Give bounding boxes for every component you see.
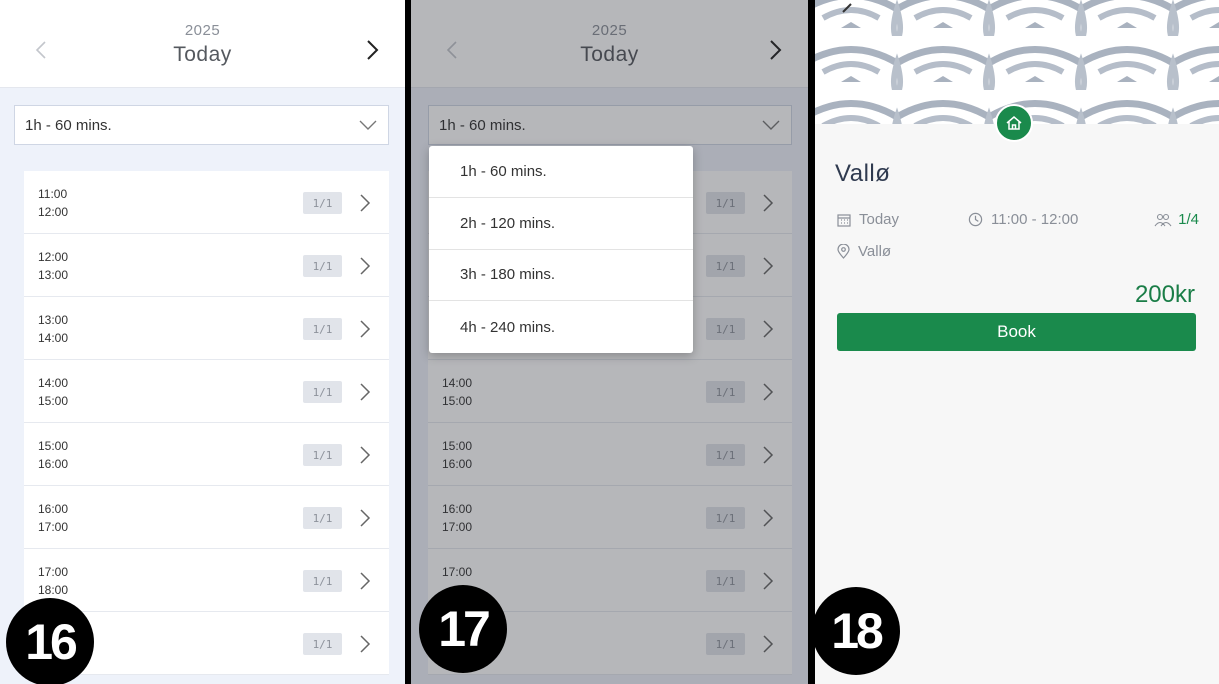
people-icon — [1154, 213, 1172, 226]
slot-start: 14:00 — [38, 376, 69, 390]
slot-start: 13:00 — [38, 313, 69, 327]
header-year: 2025 — [184, 22, 221, 39]
duration-dropdown-menu: 1h - 60 mins. 2h - 120 mins. 3h - 180 mi… — [429, 146, 693, 353]
booking-location-text: Vallø — [858, 243, 892, 260]
slot-end: 17:00 — [38, 520, 69, 534]
slot-start: 11:00 — [38, 187, 68, 201]
chevron-right-icon — [367, 40, 379, 60]
panel-divider — [808, 0, 815, 684]
duration-option[interactable]: 2h - 120 mins. — [429, 198, 693, 250]
venue-home-badge — [995, 104, 1033, 142]
next-day-button[interactable] — [357, 33, 387, 67]
slot-capacity-badge: 1/1 — [303, 255, 342, 277]
slot-end: 14:00 — [38, 331, 69, 345]
chevron-right-icon — [360, 257, 371, 275]
screen-duration-dropdown: 2025 Today 1h - 60 mins. 1/1 1/1 1/1 14:… — [411, 0, 808, 684]
duration-option[interactable]: 4h - 240 mins. — [429, 301, 693, 353]
slot-start: 12:00 — [38, 250, 69, 264]
date-header: 2025 Today — [0, 0, 405, 88]
slot-end: 12:00 — [38, 205, 69, 219]
chevron-right-icon — [360, 320, 371, 338]
slot-capacity-badge: 1/1 — [303, 318, 342, 340]
chevron-right-icon — [360, 635, 371, 653]
step-number-badge: 16 — [6, 598, 94, 684]
booking-date: Today — [837, 211, 899, 228]
time-slot-row[interactable]: 12:00 13:00 1/1 — [24, 234, 389, 297]
duration-option[interactable]: 1h - 60 mins. — [429, 146, 693, 198]
header-date: Today — [173, 43, 232, 66]
participants-text: 1/4 — [1178, 211, 1199, 228]
slot-capacity-badge: 1/1 — [303, 192, 342, 214]
slot-start: 17:00 — [38, 565, 69, 579]
venue-title: Vallø — [835, 160, 891, 187]
participants-count: 1/4 — [1154, 211, 1199, 228]
location-pin-icon — [837, 244, 850, 259]
clock-icon — [968, 212, 983, 227]
screen-booking-detail: Vallø Today 11:00 - 12:00 1/4 Vallø 200k… — [815, 0, 1219, 684]
duration-option[interactable]: 3h - 180 mins. — [429, 250, 693, 302]
step-number-badge: 18 — [815, 587, 900, 675]
slot-capacity-badge: 1/1 — [303, 570, 342, 592]
slot-capacity-badge: 1/1 — [303, 507, 342, 529]
time-slot-row[interactable]: 15:00 16:00 1/1 — [24, 423, 389, 486]
slot-capacity-badge: 1/1 — [303, 381, 342, 403]
slot-capacity-badge: 1/1 — [303, 444, 342, 466]
time-slot-row[interactable]: 16:00 17:00 1/1 — [24, 486, 389, 549]
book-button[interactable]: Book — [837, 313, 1196, 351]
slot-end: 18:00 — [38, 583, 69, 597]
duration-select-value: 1h - 60 mins. — [25, 116, 112, 134]
slot-end: 16:00 — [38, 457, 69, 471]
chevron-right-icon — [360, 383, 371, 401]
duration-select[interactable]: 1h - 60 mins. — [14, 105, 389, 145]
booking-time-text: 11:00 - 12:00 — [991, 211, 1079, 228]
screen-slot-list: 2025 Today 1h - 60 mins. 11:00 12:00 1/1 1… — [0, 0, 405, 684]
booking-location: Vallø — [837, 243, 891, 260]
time-slot-list: 11:00 12:00 1/1 12:00 13:00 1/1 13:00 14:00 1/… — [24, 171, 389, 675]
slot-capacity-badge: 1/1 — [303, 633, 342, 655]
chevron-right-icon — [360, 572, 371, 590]
chevron-right-icon — [360, 194, 371, 212]
chevron-right-icon — [360, 446, 371, 464]
step-number-badge: 17 — [419, 585, 507, 673]
chevron-down-icon — [359, 120, 377, 130]
slot-end: 15:00 — [38, 394, 69, 408]
booking-price: 200kr — [1134, 281, 1195, 308]
chevron-right-icon — [360, 509, 371, 527]
slot-start: 15:00 — [38, 439, 69, 453]
home-icon — [1006, 116, 1022, 130]
time-slot-row[interactable]: 13:00 14:00 1/1 — [24, 297, 389, 360]
time-slot-row[interactable]: 14:00 15:00 1/1 — [24, 360, 389, 423]
booking-date-text: Today — [859, 211, 900, 228]
booking-time: 11:00 - 12:00 — [968, 211, 1078, 228]
slot-start: 16:00 — [38, 502, 69, 516]
time-slot-row[interactable]: 17:00 18:00 1/1 — [24, 549, 389, 612]
slot-end: 13:00 — [38, 268, 69, 282]
time-slot-row[interactable]: 11:00 12:00 1/1 — [24, 171, 389, 234]
calendar-icon — [837, 213, 851, 227]
